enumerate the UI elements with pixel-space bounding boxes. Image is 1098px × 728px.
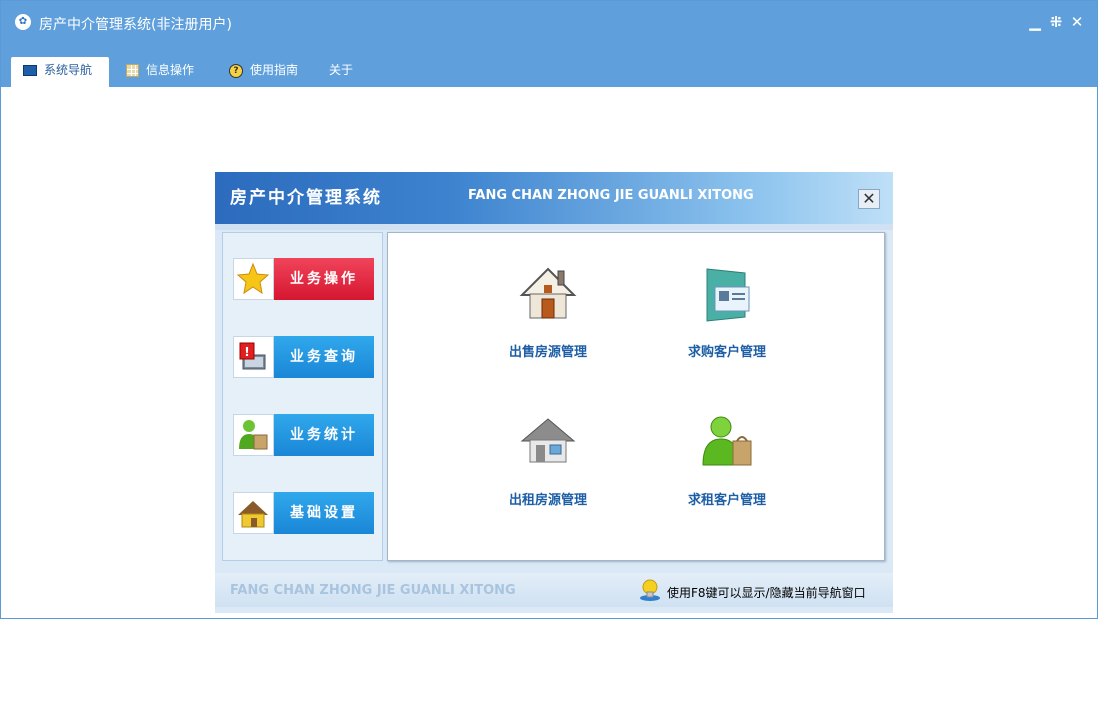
close-icon[interactable]: ✕ bbox=[1068, 12, 1086, 32]
basic-settings-button[interactable]: 基础设置 bbox=[233, 492, 374, 534]
tile-label: 求租客户管理 bbox=[687, 493, 766, 508]
dialog-close-button[interactable]: ✕ bbox=[858, 189, 880, 209]
window-title: 房产中介管理系统(非注册用户) bbox=[39, 17, 232, 33]
function-panel: 出售房源管理 求购客户管理 出租房源管理 求租客户管理 bbox=[387, 232, 885, 561]
alert-monitor-icon: ! bbox=[233, 336, 274, 378]
restore-icon[interactable]: ⁜ bbox=[1047, 12, 1065, 32]
minimize-icon[interactable]: ▁ bbox=[1026, 12, 1044, 32]
navigation-dialog: 房产中介管理系统 FANG CHAN ZHONG JIE GUANLI XITO… bbox=[215, 172, 893, 613]
menu-label: 系统导航 bbox=[44, 63, 93, 77]
menu-system-nav[interactable]: 系统导航 bbox=[11, 57, 109, 87]
business-query-button[interactable]: ! 业务查询 bbox=[233, 336, 374, 378]
svg-text:!: ! bbox=[244, 345, 249, 359]
sale-housing-tile[interactable]: 出售房源管理 bbox=[488, 263, 608, 373]
menu-user-guide[interactable]: ? 使用指南 bbox=[229, 57, 298, 87]
monitor-icon bbox=[23, 65, 37, 76]
house-sale-icon bbox=[518, 263, 578, 323]
house-rent-icon bbox=[518, 411, 578, 471]
dialog-header: 房产中介管理系统 FANG CHAN ZHONG JIE GUANLI XITO… bbox=[215, 172, 893, 224]
tile-label: 求购客户管理 bbox=[687, 345, 766, 360]
lightbulb-icon bbox=[638, 578, 662, 602]
f8-hint-text: 使用F8键可以显示/隐藏当前导航窗口 bbox=[667, 586, 866, 600]
dialog-subtitle: FANG CHAN ZHONG JIE GUANLI XITONG bbox=[468, 188, 754, 203]
dialog-footer: FANG CHAN ZHONG JIE GUANLI XITONG 使用F8键可… bbox=[215, 573, 893, 607]
rent-housing-tile[interactable]: 出租房源管理 bbox=[488, 411, 608, 521]
menu-label: 关于 bbox=[329, 63, 354, 77]
basic-settings-label: 基础设置 bbox=[274, 492, 374, 534]
title-bar[interactable]: ✿ 房产中介管理系统(非注册用户) ▁ ⁜ ✕ bbox=[1, 1, 1097, 46]
star-icon bbox=[233, 258, 274, 300]
dialog-divider bbox=[215, 224, 893, 230]
house-tool-icon bbox=[233, 492, 274, 534]
user-bag-icon bbox=[233, 414, 274, 456]
contact-card-icon bbox=[697, 263, 757, 323]
menu-label: 信息操作 bbox=[146, 63, 195, 77]
menu-info-ops[interactable]: 信息操作 bbox=[126, 57, 194, 87]
tile-label: 出售房源管理 bbox=[508, 345, 587, 360]
tile-label: 出租房源管理 bbox=[508, 493, 587, 508]
menu-about[interactable]: 关于 bbox=[329, 57, 353, 87]
business-query-label: 业务查询 bbox=[274, 336, 374, 378]
help-icon: ? bbox=[229, 63, 243, 78]
business-stats-button[interactable]: 业务统计 bbox=[233, 414, 374, 456]
business-stats-label: 业务统计 bbox=[274, 414, 374, 456]
buyer-clients-tile[interactable]: 求购客户管理 bbox=[667, 263, 787, 373]
side-nav-panel: 业务操作 ! 业务查询 业务统计 基础设置 bbox=[222, 232, 383, 561]
user-shopping-icon bbox=[697, 411, 757, 471]
renter-clients-tile[interactable]: 求租客户管理 bbox=[667, 411, 787, 521]
business-ops-label: 业务操作 bbox=[274, 258, 374, 300]
grid-icon bbox=[126, 64, 139, 77]
dialog-title: 房产中介管理系统 bbox=[230, 188, 382, 208]
app-logo-icon: ✿ bbox=[15, 14, 31, 30]
footer-brand-text: FANG CHAN ZHONG JIE GUANLI XITONG bbox=[230, 583, 516, 598]
menu-bar: 系统导航 信息操作 ? 使用指南 关于 bbox=[1, 46, 1097, 87]
menu-label: 使用指南 bbox=[250, 63, 299, 77]
business-ops-button[interactable]: 业务操作 bbox=[233, 258, 374, 300]
